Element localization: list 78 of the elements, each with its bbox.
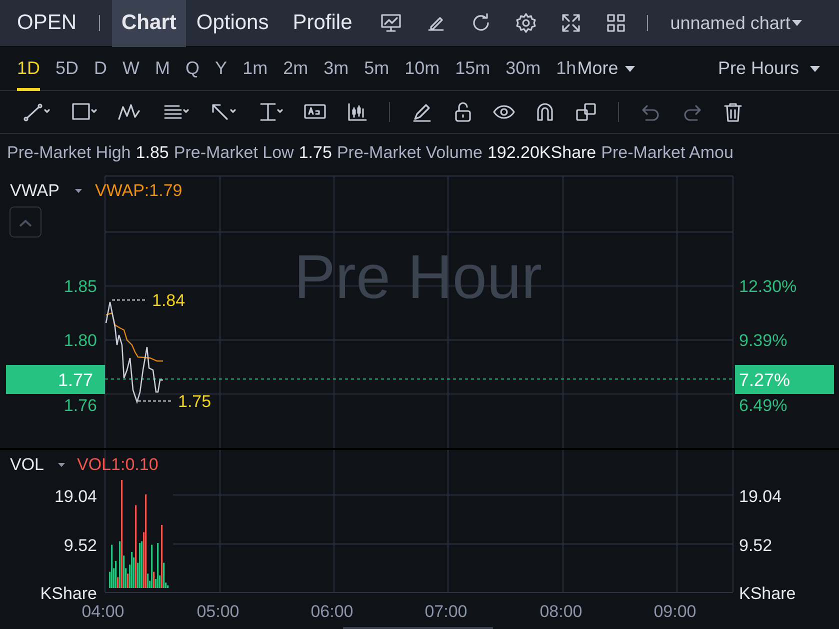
axis-label: 1.80 <box>64 331 97 350</box>
arrow-icon[interactable] <box>209 101 237 123</box>
timeframe-tab[interactable]: 2m <box>283 46 308 90</box>
high-price-label: 1.84 <box>152 291 186 310</box>
rectangle-icon[interactable] <box>70 101 98 123</box>
axis-label: KShare <box>739 584 796 603</box>
stat-label: Pre-Market Low <box>174 143 294 163</box>
last-change: 7.27% <box>739 370 790 390</box>
chart-monitor-icon[interactable] <box>380 12 402 34</box>
indicator-value: VWAP:1.79 <box>95 181 182 200</box>
axis-label: 19.04 <box>54 487 97 506</box>
axis-label: 9.52 <box>739 536 772 555</box>
axis-label: 12.30% <box>739 277 797 296</box>
tab[interactable]: Chart <box>112 0 186 46</box>
time-label: 07:00 <box>424 602 468 621</box>
stat-label: Pre-Market High <box>7 143 131 163</box>
stat-label: Pre-Market Amou <box>601 143 734 163</box>
grid-icon[interactable] <box>605 12 628 34</box>
chart-name-dropdown[interactable]: unnamed chart <box>670 12 802 34</box>
timeframe-tab[interactable]: 3m <box>324 46 349 90</box>
unlock-icon[interactable] <box>452 101 474 123</box>
timeframe-tab[interactable]: W <box>122 46 140 90</box>
tab[interactable]: Options <box>186 0 279 46</box>
vwap-line <box>106 312 163 362</box>
axis-label: 6.49% <box>739 396 788 415</box>
line-tool-icon[interactable] <box>23 101 51 123</box>
caret-icon[interactable] <box>58 463 65 467</box>
low-price-label: 1.75 <box>178 392 212 411</box>
timeframe-tab[interactable]: M <box>155 46 170 90</box>
stat-value: 1.85 <box>136 143 169 163</box>
ticker-symbol: OPEN <box>16 11 78 35</box>
last-price: 1.77 <box>58 370 93 390</box>
indicator-name: VOL <box>10 455 44 474</box>
timeframe-tab[interactable]: 1m <box>242 46 268 90</box>
fullscreen-icon[interactable] <box>560 12 582 34</box>
caret-icon <box>810 66 820 72</box>
timeframe-tab[interactable]: 15m <box>455 46 490 90</box>
more-dropdown[interactable]: More <box>577 58 636 79</box>
stat-value: 1.75 <box>298 143 332 163</box>
time-label: 06:00 <box>310 602 354 621</box>
timeframe-tab[interactable]: 1D <box>17 46 40 90</box>
indicator-value: VOL1:0.10 <box>77 455 158 474</box>
axis-label: 1.85 <box>64 277 97 296</box>
caret-icon <box>792 20 802 26</box>
time-label: 09:00 <box>654 602 696 621</box>
axis-label: 1.76 <box>64 396 97 415</box>
timeframe-tab[interactable]: D <box>94 46 108 90</box>
time-label: 04:00 <box>82 602 124 621</box>
timeframe-tab[interactable]: 30m <box>506 46 541 90</box>
timeframe-tab[interactable]: Y <box>215 46 228 90</box>
axis-label: 19.04 <box>739 487 782 506</box>
time-label: 08:00 <box>540 602 582 621</box>
caret-icon <box>625 66 636 72</box>
timeframe-tab[interactable]: 5m <box>364 46 390 90</box>
tab[interactable]: Profile <box>282 0 362 46</box>
indicator-name: VWAP <box>10 181 60 200</box>
zigzag-icon[interactable] <box>117 101 143 123</box>
chart-watermark: Pre Hour <box>294 243 542 312</box>
timeframe-tab[interactable]: 10m <box>404 46 440 90</box>
magnet-icon[interactable] <box>534 101 556 123</box>
timeframe-tab[interactable]: 1h <box>556 46 576 90</box>
axis-label: 9.39% <box>739 331 788 350</box>
pencil-icon[interactable] <box>411 101 433 123</box>
candlestick-icon[interactable] <box>346 101 368 123</box>
axis-label: KShare <box>40 584 97 603</box>
delete-icon[interactable] <box>722 101 744 123</box>
stat-value: 192.20KShare <box>487 143 596 163</box>
settings-icon[interactable] <box>515 12 538 34</box>
timeframe-tab[interactable]: 5D <box>56 46 79 90</box>
time-label: 05:00 <box>196 602 240 621</box>
timeframe-tab[interactable]: Q <box>186 46 200 90</box>
leader-line <box>138 400 172 402</box>
stat-label: Pre-Market Volume <box>336 143 482 163</box>
chevron-up-icon <box>19 220 32 227</box>
layers-icon[interactable] <box>575 101 597 123</box>
axis-label: 9.52 <box>64 536 97 555</box>
session-dropdown[interactable]: Pre Hours <box>718 58 820 79</box>
caret-icon[interactable] <box>75 189 82 193</box>
